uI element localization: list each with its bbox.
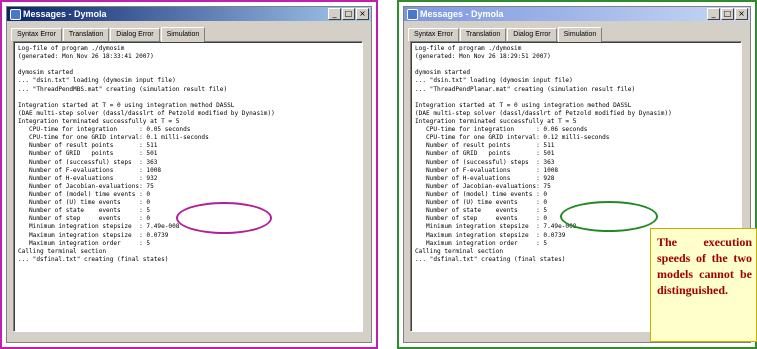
tab-dialog-error[interactable]: Dialog Error (507, 28, 557, 41)
title-bar-left[interactable]: Messages - Dymola _ □ × (7, 7, 371, 21)
log-line: Integration started at T = 0 using integ… (415, 101, 632, 109)
tab-syntax-error[interactable]: Syntax Error (11, 28, 62, 41)
tab-translation[interactable]: Translation (62, 28, 110, 41)
log-line: Number of F-evaluations : 1008 (415, 166, 559, 174)
log-line: Calling terminal section (18, 247, 107, 255)
log-line: Number of (model) time events : 0 (18, 190, 151, 198)
log-line: dymosim started (18, 69, 74, 77)
log-line: Number of F-evaluations : 1008 (18, 166, 162, 174)
window-title: Messages - Dymola (420, 9, 504, 19)
log-line: Number of Jacobian-evaluations: 75 (18, 182, 154, 190)
log-line: ... "ThreadPendPlanar.mat" creating (sim… (415, 85, 636, 93)
dymola-app-icon (10, 9, 21, 20)
dymola-app-icon (407, 9, 418, 20)
tab-translation[interactable]: Translation (459, 28, 507, 41)
log-line: Integration started at T = 0 using integ… (18, 101, 235, 109)
log-line: (DAE multi-step solver (dassl/dasslrt of… (18, 109, 275, 117)
log-line: Number of H-evaluations : 928 (415, 174, 555, 182)
log-line: CPU-time for integration : 0.05 seconds (18, 126, 191, 134)
tab-bar: Syntax Error Translation Dialog Error Si… (7, 25, 371, 42)
maximize-icon[interactable]: □ (721, 8, 734, 20)
messages-window-left: Messages - Dymola _ □ × Syntax Error Tra… (6, 6, 372, 343)
log-line: Number of (successful) steps : 363 (415, 158, 555, 166)
log-line: Number of GRID points : 501 (415, 150, 555, 158)
log-line: ... "dsfinal.txt" creating (final states… (18, 255, 169, 263)
log-line: Number of (U) time events : 0 (18, 199, 151, 207)
log-line: ... "dsin.txt" loading (dymosim input fi… (18, 77, 176, 85)
log-line: Integration terminated successfully at T… (18, 117, 180, 125)
cpu-time-highlight-oval (176, 202, 272, 234)
log-line: Number of result points : 511 (18, 142, 158, 150)
tab-dialog-error[interactable]: Dialog Error (110, 28, 160, 41)
title-bar-right[interactable]: Messages - Dymola _ □ × (404, 7, 750, 21)
left-slide-frame: Messages - Dymola _ □ × Syntax Error Tra… (0, 0, 378, 349)
log-line: (generated: Mon Nov 26 18:33:41 2007) (18, 53, 154, 61)
log-line: ... "ThreadPendMBS.mat" creating (simula… (18, 85, 228, 93)
log-line: Log-file of program ./dymosim (415, 45, 522, 52)
minimize-icon[interactable]: _ (707, 8, 720, 20)
tab-bar: Syntax Error Translation Dialog Error Si… (404, 25, 750, 42)
tab-syntax-error[interactable]: Syntax Error (408, 28, 459, 41)
window-title: Messages - Dymola (23, 9, 107, 19)
callout-text: The execution speeds of the two models c… (657, 235, 752, 297)
log-line: Integration terminated successfully at T… (415, 117, 577, 125)
close-icon[interactable]: × (735, 8, 748, 20)
log-line: Number of (successful) steps : 363 (18, 158, 158, 166)
simulation-log[interactable]: Log-file of program ./dymosim (generated:… (13, 41, 363, 332)
tab-simulation[interactable]: Simulation (557, 27, 603, 42)
log-line: CPU-time for integration : 0.06 seconds (415, 126, 588, 134)
log-line: Maximum integration order : 5 (18, 239, 151, 247)
log-line: (generated: Mon Nov 26 18:29:51 2007) (415, 53, 551, 61)
log-line: (DAE multi-step solver (dassl/dasslrt of… (415, 109, 672, 117)
log-line: CPU-time for one GRID interval: 0.12 mil… (415, 134, 610, 142)
cpu-time-highlight-oval (560, 201, 658, 232)
log-line: Number of result points : 511 (415, 142, 555, 150)
log-line: Number of GRID points : 501 (18, 150, 158, 158)
minimize-icon[interactable]: _ (328, 8, 341, 20)
tab-simulation[interactable]: Simulation (160, 27, 206, 42)
log-line: Number of H-evaluations : 932 (18, 174, 158, 182)
log-line: Log-file of program ./dymosim (18, 45, 125, 52)
close-icon[interactable]: × (356, 8, 369, 20)
log-line: Number of (model) time events : 0 (415, 190, 548, 198)
log-line: CPU-time for one GRID interval: 0.1 mill… (18, 134, 209, 142)
log-line: ... "dsin.txt" loading (dymosim input fi… (415, 77, 573, 85)
log-line: dymosim started (415, 69, 471, 77)
maximize-icon[interactable]: □ (342, 8, 355, 20)
log-line: Maximum integration stepsize : 0.0739 (18, 231, 169, 239)
log-line: Number of Jacobian-evaluations: 75 (415, 182, 551, 190)
conclusion-callout: The execution speeds of the two models c… (650, 228, 757, 342)
